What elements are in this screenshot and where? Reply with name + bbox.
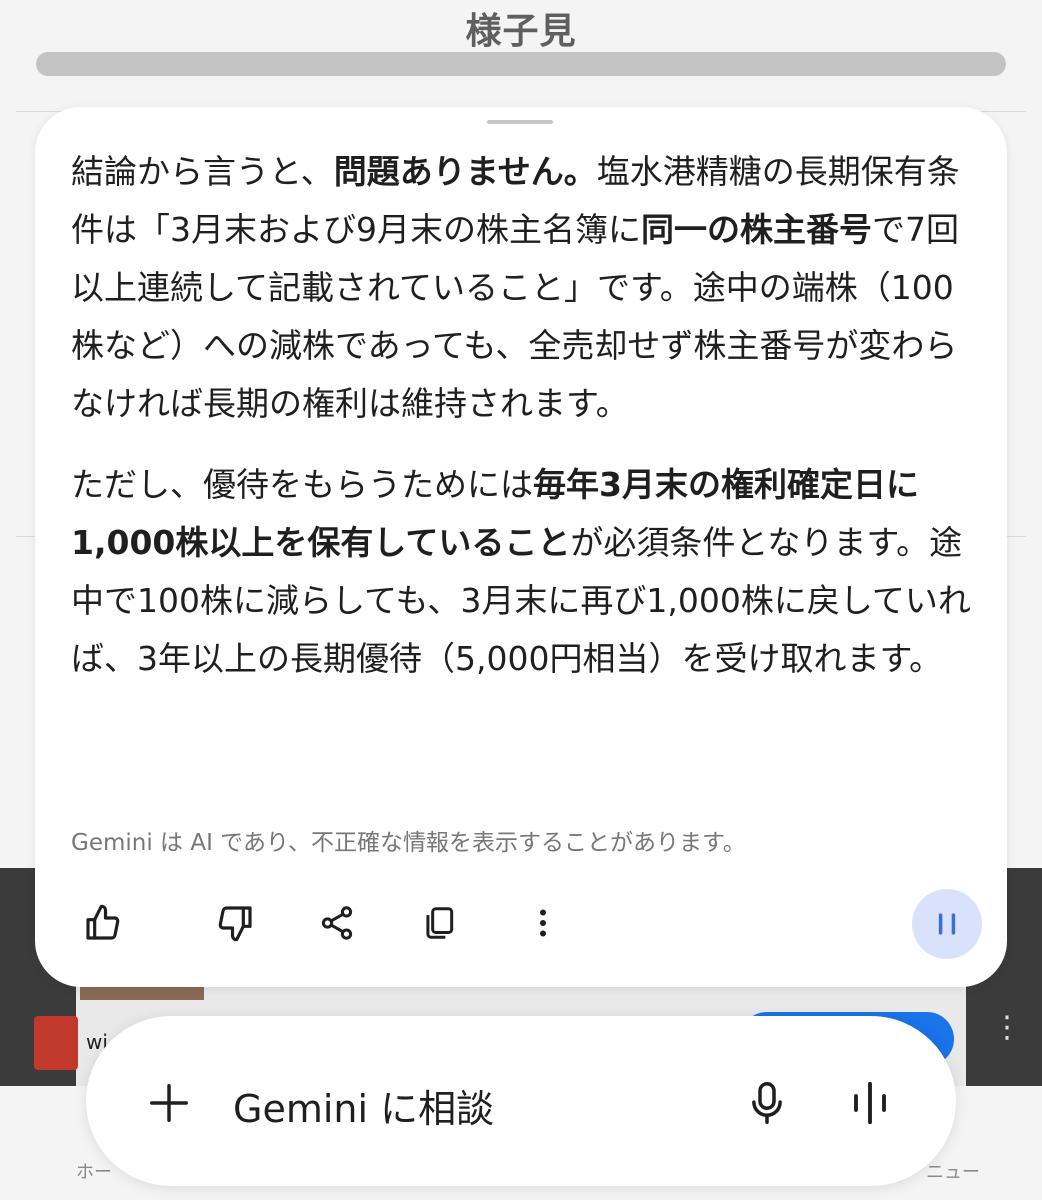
response-paragraph-2: ただし、優待をもらうためには毎年3月末の権利確定日に1,000株以上を保有してい… <box>71 456 971 688</box>
response-text-segment: ただし、優待をもらうためには <box>71 465 533 504</box>
response-paragraph-1: 結論から言うと、問題ありません。塩水港精糖の長期保有条件は「3月末および9月末の… <box>71 143 971 433</box>
thumbs-down-button[interactable] <box>209 897 261 949</box>
ai-disclaimer: Gemini は AI であり、不正確な情報を表示することがあります。 <box>71 830 746 856</box>
voice-input-button[interactable] <box>746 1080 788 1130</box>
background-more-icon: ⋮ <box>992 1010 1022 1045</box>
gemini-input-bar[interactable]: Gemini に相談 <box>86 1016 956 1186</box>
response-text: 結論から言うと、問題ありません。塩水港精糖の長期保有条件は「3月末および9月末の… <box>71 143 971 688</box>
gemini-response-card: 結論から言うと、問題ありません。塩水港精糖の長期保有条件は「3月末および9月末の… <box>35 107 1007 987</box>
plus-icon <box>150 1084 188 1122</box>
background-app-icon <box>34 1016 78 1070</box>
background-title: 様子見 <box>465 11 577 52</box>
thumbs-up-button[interactable] <box>77 897 129 949</box>
live-waveform-icon <box>854 1081 886 1125</box>
share-icon <box>321 906 353 940</box>
drag-handle[interactable] <box>487 120 553 124</box>
thumbs-up-icon <box>86 904 120 940</box>
share-button[interactable] <box>311 897 363 949</box>
response-bold-text: 問題ありません。 <box>333 152 597 191</box>
copy-icon <box>426 907 454 939</box>
background-search-bar <box>36 52 1006 76</box>
pause-icon <box>938 913 956 935</box>
pause-reading-button[interactable] <box>912 889 982 959</box>
response-bold-text: 同一の株主番号 <box>641 210 872 249</box>
gemini-live-button[interactable] <box>849 1080 891 1130</box>
copy-button[interactable] <box>413 897 465 949</box>
mic-icon <box>752 1082 782 1124</box>
response-actions <box>71 889 982 959</box>
more-vert-icon <box>540 909 546 937</box>
prompt-placeholder[interactable]: Gemini に相談 <box>233 1078 494 1133</box>
response-text-segment: 結論から言うと、 <box>71 152 334 191</box>
thumbs-down-icon <box>218 906 252 942</box>
more-options-button[interactable] <box>517 897 569 949</box>
background-nav-menu: ニュー <box>926 1162 980 1183</box>
background-nav-home: ホー <box>76 1162 112 1183</box>
add-attachment-button[interactable] <box>146 1080 192 1130</box>
